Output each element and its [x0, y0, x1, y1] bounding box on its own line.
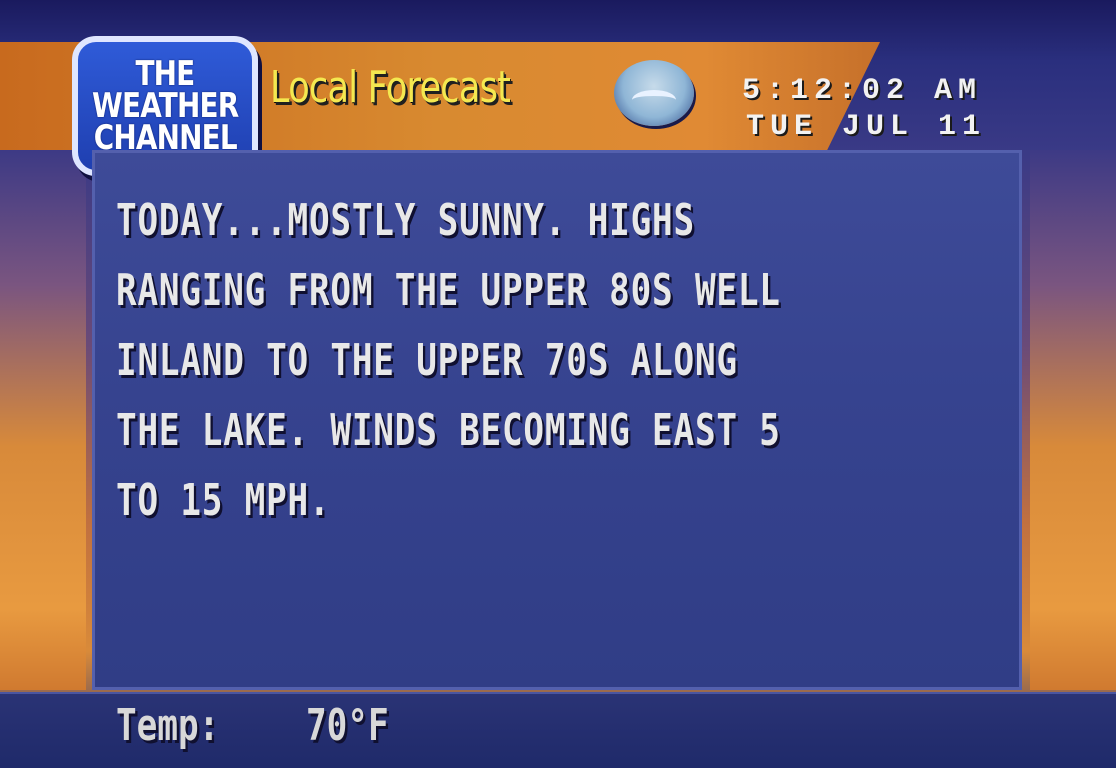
temperature-label: Temp:: [116, 700, 220, 751]
forecast-text: TODAY...MOSTLY SUNNY. HIGHS RANGING FROM…: [116, 186, 1016, 536]
forecast-line: TODAY...MOSTLY SUNNY. HIGHS: [116, 195, 695, 246]
clock-time: 5:12:02 AM: [742, 74, 983, 108]
bird-icon: [632, 90, 676, 110]
left-stripe: [0, 150, 86, 690]
forecast-line: INLAND TO THE UPPER 70S ALONG: [116, 335, 738, 386]
noaa-logo-icon: [614, 60, 694, 126]
right-stripe: [1030, 150, 1116, 690]
forecast-line: TO 15 MPH.: [116, 475, 331, 526]
temperature-value: 70°F: [306, 700, 389, 751]
forecast-line: THE LAKE. WINDS BECOMING EAST 5: [116, 405, 781, 456]
clock-date: TUE JUL 11: [746, 110, 987, 144]
page-title: Local Forecast: [270, 62, 511, 113]
forecast-line: RANGING FROM THE UPPER 80S WELL: [116, 265, 781, 316]
